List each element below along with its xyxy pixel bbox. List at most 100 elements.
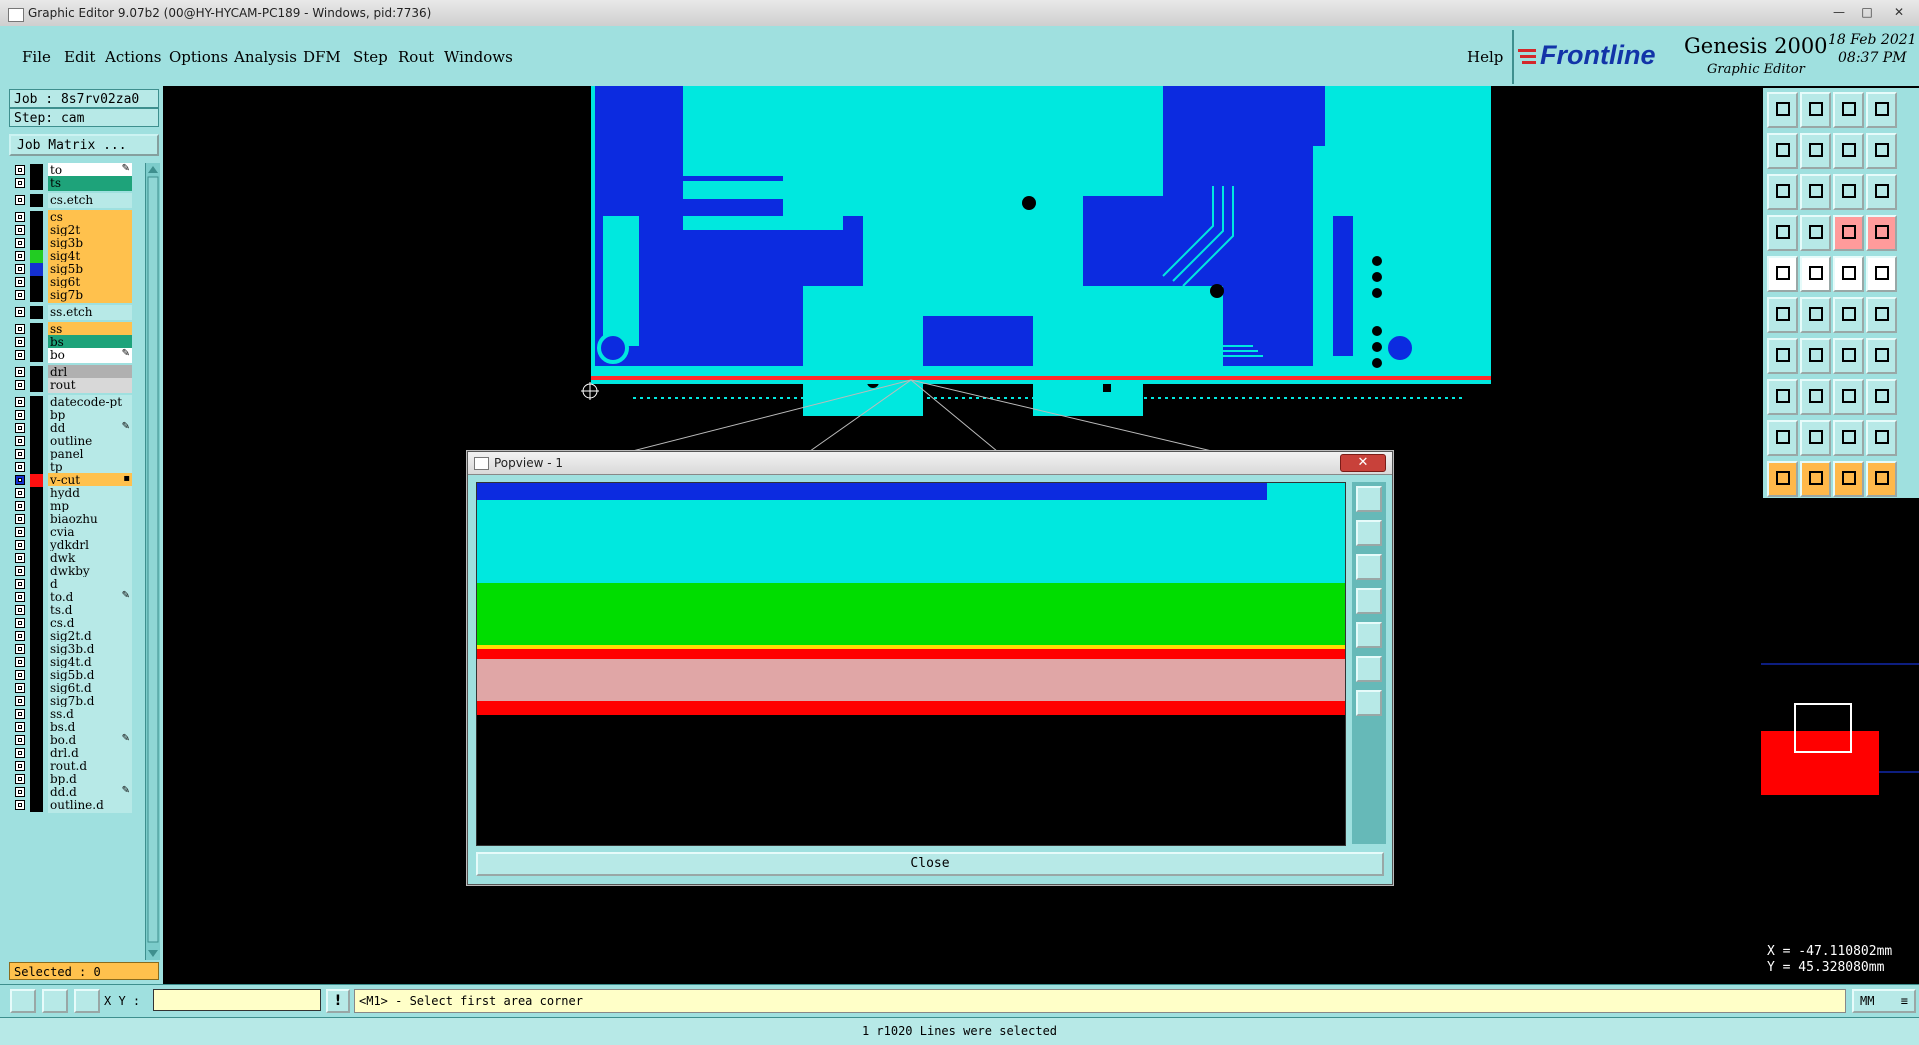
pan-down-icon[interactable] [1356,554,1382,580]
menu-windows[interactable]: Windows [444,48,513,66]
grid-icon[interactable] [1833,215,1864,251]
layer-name[interactable]: rout [48,378,132,393]
snap-icon[interactable] [1800,215,1831,251]
layer-checkbox[interactable] [15,501,25,511]
close-window-button[interactable]: ✕ [1882,3,1916,21]
layer-color-swatch[interactable] [30,194,43,207]
layer-checkbox[interactable] [15,696,25,706]
layer-checkbox[interactable] [15,553,25,563]
layer-checkbox[interactable] [15,367,25,377]
angle-icon[interactable] [1767,338,1798,374]
menu-analysis[interactable]: Analysis [234,48,297,66]
layer-checkbox[interactable] [15,709,25,719]
pointer-move-icon[interactable] [1833,461,1864,497]
layer-checkbox[interactable] [15,350,25,360]
scale-1to1-icon[interactable] [1833,174,1864,210]
layer-checkbox[interactable] [15,605,25,615]
layer-checkbox[interactable] [15,722,25,732]
dash-icon[interactable] [1800,379,1831,415]
layer-checkbox[interactable] [15,644,25,654]
pointer-edit-icon[interactable] [1866,461,1897,497]
layer-checkbox[interactable] [15,800,25,810]
line-mode-icon[interactable] [42,989,68,1013]
layer-row-cs-etch[interactable]: cs.etch [11,193,132,208]
layer-checkbox[interactable] [15,449,25,459]
pan-right-icon[interactable] [1356,622,1382,648]
slash-icon[interactable] [1800,338,1831,374]
layer-checkbox[interactable] [15,225,25,235]
menu-rout[interactable]: Rout [398,48,434,66]
pointer-icon[interactable] [1767,461,1798,497]
query-icon[interactable] [1866,174,1897,210]
layer-checkbox[interactable] [15,290,25,300]
minimize-button[interactable]: — [1826,3,1852,21]
popview-canvas[interactable] [476,482,1346,846]
layer-checkbox[interactable] [15,337,25,347]
redraw-icon[interactable] [1866,92,1897,128]
layer-row-rout[interactable]: rout [11,378,132,393]
pan-left-icon[interactable] [1767,133,1798,169]
layer-row-bo[interactable]: bo ✎ [11,348,132,363]
layer-checkbox[interactable] [15,195,25,205]
layer-icon[interactable] [1866,215,1897,251]
layer-checkbox[interactable] [15,488,25,498]
frame-icon[interactable] [1833,379,1864,415]
layer-checkbox[interactable] [15,592,25,602]
menu-edit[interactable]: Edit [64,48,95,66]
arc-icon[interactable] [1833,338,1864,374]
grid-mode-icon[interactable] [74,989,100,1013]
peak-icon[interactable] [1866,420,1897,456]
layer-row-ts[interactable]: ts [11,176,132,191]
menu-help[interactable]: Help [1467,48,1503,66]
layer-name[interactable]: bo ✎ [48,348,132,363]
pointer-select-icon[interactable] [1800,461,1831,497]
layer-color-swatch[interactable] [30,379,43,392]
layer-checkbox[interactable] [15,212,25,222]
zoom-fit-icon[interactable] [1356,656,1382,682]
layer-checkbox[interactable] [15,410,25,420]
layer-checkbox[interactable] [15,251,25,261]
layer-checkbox[interactable] [15,748,25,758]
menu-actions[interactable]: Actions [105,48,161,66]
menu-options[interactable]: Options [169,48,228,66]
layer-checkbox[interactable] [15,631,25,641]
xy-input[interactable] [153,989,321,1011]
layer-checkbox[interactable] [15,380,25,390]
menu-step[interactable]: Step [353,48,388,66]
popview-close-button[interactable]: Close [476,852,1384,876]
popview-close-icon[interactable]: ✕ [1340,454,1386,472]
layer-checkbox[interactable] [15,540,25,550]
layer-checkbox[interactable] [15,307,25,317]
link-icon[interactable] [1833,297,1864,333]
layer-color-swatch[interactable] [30,177,43,190]
layer-color-swatch[interactable] [30,799,43,812]
center-icon[interactable] [1800,174,1831,210]
layer-row-ss-etch[interactable]: ss.etch [11,305,132,320]
layer-checkbox[interactable] [15,277,25,287]
units-selector[interactable]: MM ≡ [1852,989,1916,1013]
layer-name[interactable]: sig7b [48,288,132,303]
select-node-icon[interactable] [1767,297,1798,333]
pad-icon[interactable] [1767,256,1798,292]
pan-right-icon[interactable] [1800,133,1831,169]
layer-checkbox[interactable] [15,579,25,589]
layer-checkbox[interactable] [15,774,25,784]
layer-checkbox[interactable] [15,178,25,188]
layer-name[interactable]: outline.d [48,798,132,813]
layer-checkbox[interactable] [15,787,25,797]
refresh-icon[interactable] [1866,133,1897,169]
layer-color-swatch[interactable] [30,306,43,319]
layer-checkbox[interactable] [15,683,25,693]
layer-checkbox[interactable] [15,618,25,628]
layer-row-outline-d[interactable]: outline.d [11,798,132,813]
cursor-mode-icon[interactable] [10,989,36,1013]
pan-up-icon[interactable] [1356,520,1382,546]
layer-checkbox[interactable] [15,735,25,745]
job-matrix-button[interactable]: Job Matrix ... [9,134,159,156]
layer-color-swatch[interactable] [30,349,43,362]
layer-checkbox[interactable] [15,165,25,175]
layer-checkbox[interactable] [15,514,25,524]
layer-checkbox[interactable] [15,436,25,446]
layer-checkbox[interactable] [15,566,25,576]
layer-checkbox[interactable] [15,324,25,334]
